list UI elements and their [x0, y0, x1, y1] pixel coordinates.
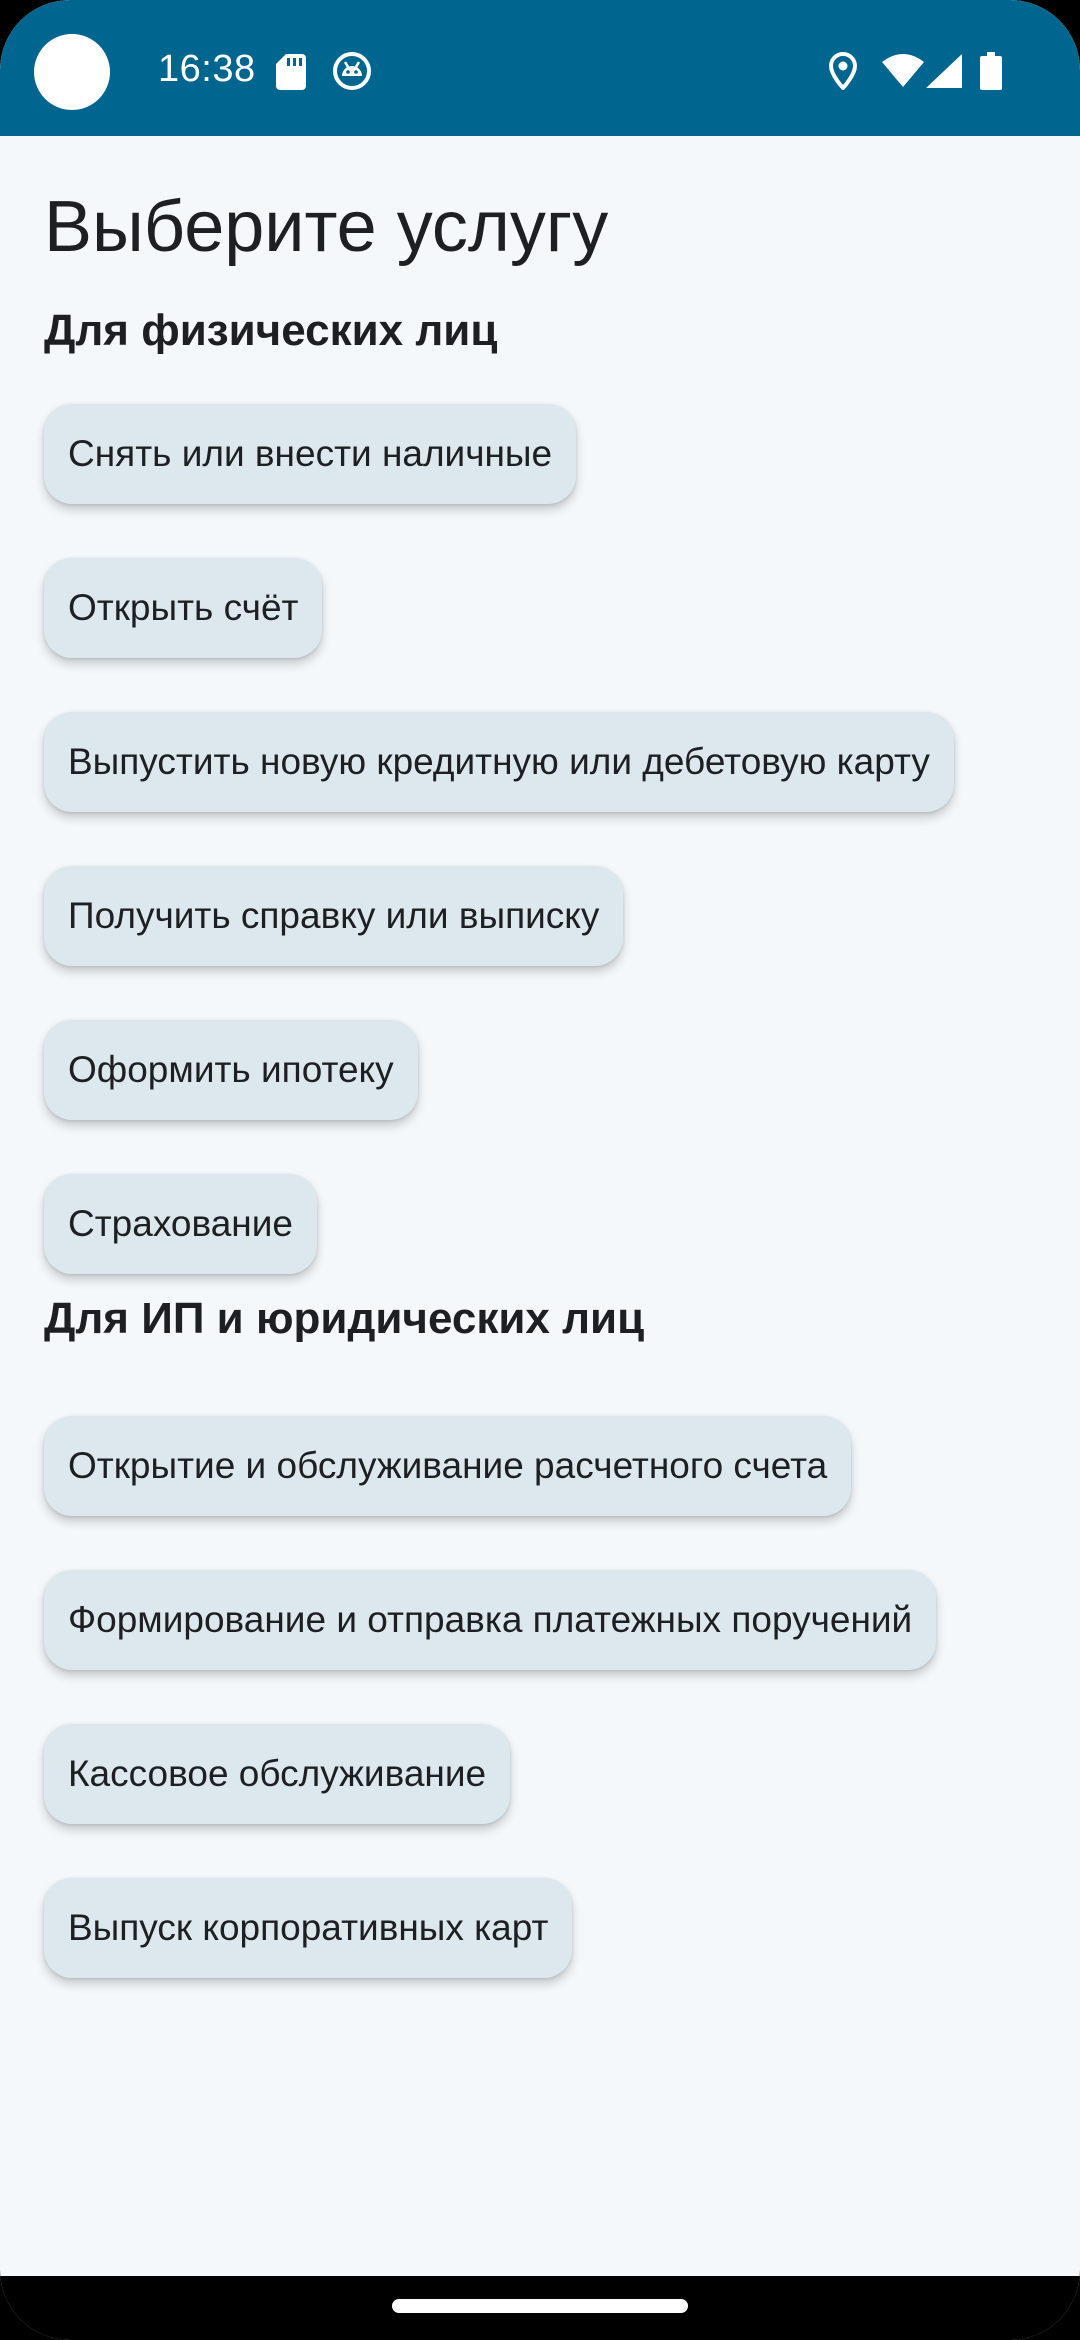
service-button-cash[interactable]: Снять или внести наличные: [44, 404, 577, 504]
signal-icon: [926, 54, 962, 88]
page-title: Выберите услугу: [44, 187, 609, 267]
section-title-business: Для ИП и юридических лиц: [44, 1294, 645, 1343]
service-button-cash-services[interactable]: Кассовое обслуживание: [44, 1724, 511, 1824]
service-button-statement[interactable]: Получить справку или выписку: [44, 866, 624, 966]
home-handle[interactable]: [392, 2299, 688, 2313]
main-content: Выберите услугу Для физических лиц Снять…: [0, 136, 1080, 2276]
service-button-mortgage[interactable]: Оформить ипотеку: [44, 1020, 418, 1120]
service-button-corporate-cards[interactable]: Выпуск корпоративных карт: [44, 1878, 573, 1978]
service-button-open-account[interactable]: Открыть счёт: [44, 558, 323, 658]
wifi-icon: [882, 54, 924, 87]
debug-icon: [333, 52, 371, 90]
service-button-payment-orders[interactable]: Формирование и отправка платежных поруче…: [44, 1570, 937, 1670]
battery-icon: [980, 52, 1002, 90]
sd-card-icon: [276, 54, 306, 90]
status-bar: 16:38: [0, 0, 1080, 136]
service-button-insurance[interactable]: Страхование: [44, 1174, 317, 1274]
service-button-issue-card[interactable]: Выпустить новую кредитную или дебетовую …: [44, 712, 954, 812]
location-icon: [829, 52, 857, 90]
camera-cutout: [34, 34, 110, 110]
app-screen: 16:38 Выберите услугу Для физических лиц…: [0, 0, 1080, 2340]
status-time: 16:38: [158, 48, 256, 90]
service-button-settlement-account[interactable]: Открытие и обслуживание расчетного счета: [44, 1416, 852, 1516]
section-title-individuals: Для физических лиц: [44, 306, 498, 355]
